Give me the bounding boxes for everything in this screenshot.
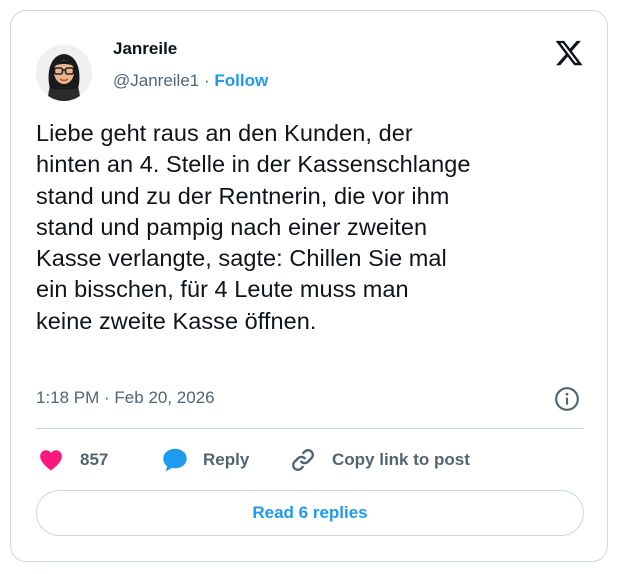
link-icon — [289, 446, 317, 474]
tweet-date[interactable]: Feb 20, 2026 — [114, 388, 214, 407]
x-logo-icon[interactable] — [554, 38, 584, 68]
date-separator: · — [99, 388, 115, 407]
like-button[interactable]: 857 — [36, 446, 108, 474]
heart-icon — [36, 447, 66, 473]
user-name[interactable]: Janreile — [113, 39, 177, 59]
reply-label: Reply — [203, 450, 250, 469]
user-handle-row: @Janreile1 · Follow — [113, 71, 268, 91]
speech-bubble-icon — [160, 446, 190, 474]
divider — [36, 428, 584, 429]
action-bar: 857 Reply Copy link to post — [36, 446, 584, 474]
info-icon[interactable] — [554, 386, 580, 412]
tweet-text: Liebe geht raus an den Kunden, der hinte… — [36, 120, 471, 334]
copy-link-label: Copy link to post — [332, 450, 470, 469]
user-handle[interactable]: @Janreile1 — [113, 71, 199, 90]
tweet-timestamp[interactable]: 1:18 PM · Feb 20, 2026 — [36, 388, 215, 408]
avatar[interactable] — [36, 45, 92, 101]
like-count: 857 — [80, 450, 109, 469]
tweet-time[interactable]: 1:18 PM — [36, 388, 99, 407]
copy-link-button[interactable]: Copy link to post — [289, 446, 470, 474]
follow-button[interactable]: Follow — [214, 71, 268, 90]
avatar-illustration — [36, 45, 92, 101]
separator-dot: · — [199, 71, 215, 90]
reply-button[interactable]: Reply — [160, 446, 249, 474]
read-replies-label: Read 6 replies — [252, 503, 368, 522]
read-replies-button[interactable]: Read 6 replies — [36, 490, 584, 536]
